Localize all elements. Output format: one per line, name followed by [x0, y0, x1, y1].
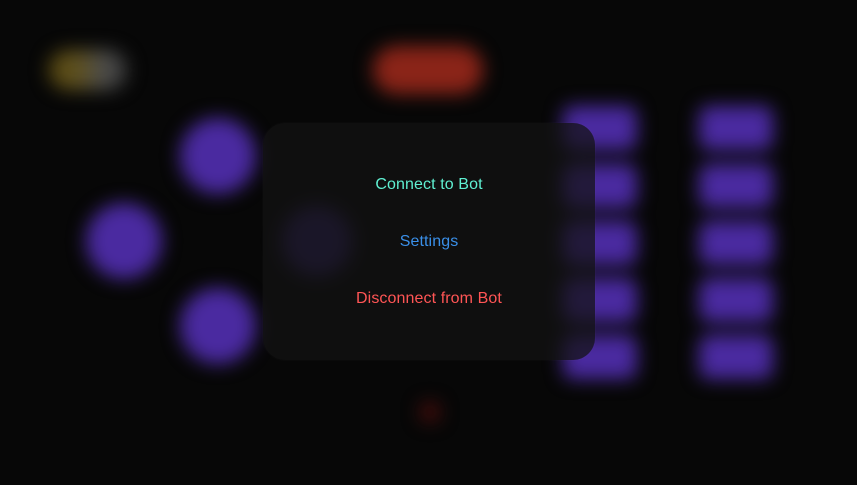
app-screen: Connect to Bot Settings Disconnect from … — [0, 0, 857, 485]
action-button-right-1 — [699, 106, 773, 150]
action-button-right-3 — [699, 221, 773, 265]
settings-button[interactable]: Settings — [263, 232, 595, 252]
dpad-up-button — [180, 118, 256, 194]
status-dot — [420, 402, 440, 422]
dpad-left-button — [86, 203, 162, 279]
connection-menu-dialog: Connect to Bot Settings Disconnect from … — [263, 123, 595, 360]
action-button-right-2 — [699, 164, 773, 208]
disconnect-from-bot-button[interactable]: Disconnect from Bot — [263, 289, 595, 309]
connect-to-bot-button[interactable]: Connect to Bot — [263, 175, 595, 195]
logo-icon — [48, 50, 128, 90]
record-button — [373, 46, 483, 94]
action-button-right-5 — [699, 335, 773, 379]
action-button-right-4 — [699, 278, 773, 322]
dpad-down-button — [180, 288, 256, 364]
